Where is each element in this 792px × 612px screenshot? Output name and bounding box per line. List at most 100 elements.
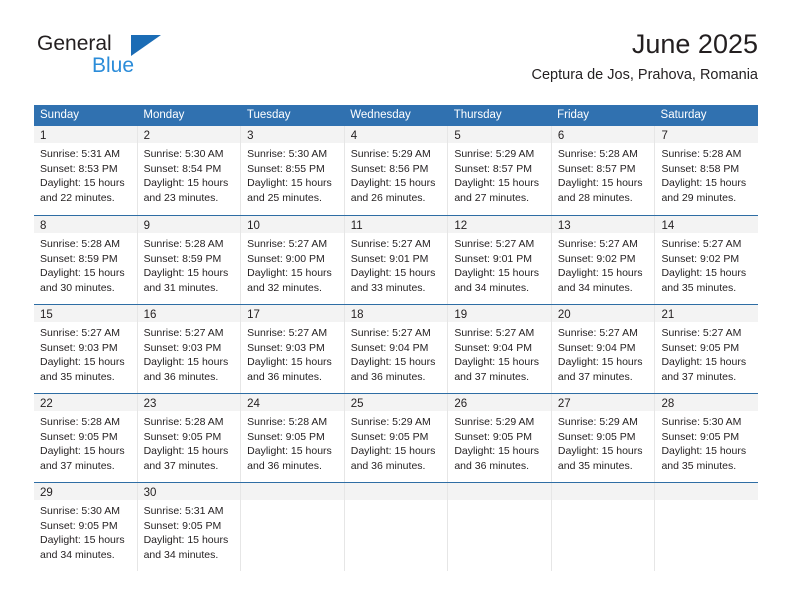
day-number-band: 14 [655,216,759,233]
daylight-text-line2: and 35 minutes. [661,459,737,472]
calendar-day-cell[interactable]: 4 Sunrise: 5:29 AM Sunset: 8:56 PM Daylight… [344,126,449,215]
page-subtitle: Ceptura de Jos, Prahova, Romania [531,67,759,83]
daylight-text-line1: Daylight: 15 hours [143,445,229,458]
calendar-day-cell[interactable]: 27 Sunrise: 5:29 AM Sunset: 9:05 PM Dayligh… [551,394,656,482]
sunrise-text: Sunrise: 5:27 AM [247,327,328,339]
day-number-band: 5 [448,126,551,143]
calendar-day-cell[interactable]: 12 Sunrise: 5:27 AM Sunset: 9:01 PM Dayligh… [448,216,552,304]
weekday-header-saturday: Saturday [660,109,707,121]
calendar-grid: Sunday Monday Tuesday Wednesday Thursday Frid… [34,105,759,571]
calendar-day-cell[interactable]: 30 Sunrise: 5:31 AM Sunset: 9:05 PM Dayligh… [137,483,242,571]
day-number-band: 23 [137,394,241,411]
calendar-day-cell[interactable]: 16 Sunrise: 5:27 AM Sunset: 9:03 PM Dayligh… [137,305,242,393]
sunrise-text: Sunrise: 5:30 AM [661,416,742,428]
calendar-day-cell[interactable]: 9 Sunrise: 5:28 AM Sunset: 8:59 PM Daylight… [137,216,242,304]
calendar-day-cell[interactable]: 7 Sunrise: 5:28 AM Sunset: 8:58 PM Daylight… [655,126,759,215]
daylight-text-line1: Daylight: 15 hours [40,445,125,458]
day-number: 12 [454,220,468,232]
calendar-day-cell[interactable]: 8 Sunrise: 5:28 AM Sunset: 8:59 PM Daylight… [34,216,138,304]
calendar-day-cell[interactable]: 26 Sunrise: 5:29 AM Sunset: 9:05 PM Dayligh… [448,394,552,482]
sunrise-text: Sunrise: 5:27 AM [661,238,742,250]
daylight-text-line1: Daylight: 15 hours [40,267,125,280]
calendar-day-cell[interactable]: 20 Sunrise: 5:27 AM Sunset: 9:04 PM Dayligh… [551,305,656,393]
daylight-text-line1: Daylight: 15 hours [661,267,747,280]
sunset-text: Sunset: 9:05 PM [454,430,532,443]
calendar-day-cell[interactable]: 14 Sunrise: 5:27 AM Sunset: 9:02 PM Dayligh… [655,216,759,304]
sunrise-text: Sunrise: 5:27 AM [454,238,535,250]
day-number-band: 17 [241,305,344,322]
day-number-band [241,483,344,500]
calendar-day-cell[interactable]: 17 Sunrise: 5:27 AM Sunset: 9:03 PM Dayligh… [241,305,345,393]
calendar-day-cell-empty [551,483,656,571]
daylight-text-line1: Daylight: 15 hours [247,445,332,458]
day-number: 22 [40,398,53,410]
sunset-text: Sunset: 9:05 PM [661,341,740,354]
day-number: 19 [454,309,468,321]
day-number: 9 [143,220,150,232]
calendar-day-cell[interactable]: 11 Sunrise: 5:27 AM Sunset: 9:01 PM Dayligh… [344,216,449,304]
day-number: 7 [661,130,668,142]
calendar-day-cell[interactable]: 3 Sunrise: 5:30 AM Sunset: 8:55 PM Daylight… [241,126,345,215]
calendar-day-cell[interactable]: 13 Sunrise: 5:27 AM Sunset: 9:02 PM Dayligh… [551,216,656,304]
day-details: Sunrise: 5:31 AM Sunset: 9:05 PM Daylight:… [138,500,241,562]
sunrise-text: Sunrise: 5:28 AM [143,238,224,250]
sunset-text: Sunset: 9:03 PM [40,341,118,354]
weekday-header-monday: Monday [143,109,185,121]
day-details: Sunrise: 5:29 AM Sunset: 9:05 PM Daylight:… [345,411,448,473]
sunrise-text: Sunrise: 5:29 AM [454,416,535,428]
daylight-text-line1: Daylight: 15 hours [661,177,747,190]
calendar-day-cell-empty [655,483,759,571]
general-blue-logo[interactable]: General Blue [34,32,264,88]
sunset-text: Sunset: 8:55 PM [247,162,325,175]
day-number-band: 12 [448,216,551,233]
weekday-header-thursday: Thursday [453,109,502,121]
day-number: 6 [557,130,565,142]
calendar-day-cell[interactable]: 15 Sunrise: 5:27 AM Sunset: 9:03 PM Dayligh… [34,305,138,393]
day-number-band: 7 [655,126,759,143]
day-number-band: 2 [137,126,241,143]
day-details: Sunrise: 5:28 AM Sunset: 8:59 PM Daylight:… [34,233,137,295]
logo-triangle-icon [131,35,161,56]
day-details: Sunrise: 5:28 AM Sunset: 9:05 PM Daylight:… [241,411,344,473]
sunset-text: Sunset: 9:05 PM [143,430,222,443]
daylight-text-line2: and 30 minutes. [40,281,115,294]
calendar-day-cell[interactable]: 24 Sunrise: 5:28 AM Sunset: 9:05 PM Dayligh… [241,394,345,482]
calendar-day-cell[interactable]: 1 Sunrise: 5:31 AM Sunset: 8:53 PM Daylight… [34,126,138,215]
daylight-text-line1: Daylight: 15 hours [40,534,125,547]
sunset-text: Sunset: 9:05 PM [40,519,118,532]
sunrise-text: Sunrise: 5:30 AM [40,505,120,517]
day-details: Sunrise: 5:27 AM Sunset: 9:02 PM Daylight:… [655,233,758,295]
sunset-text: Sunset: 9:05 PM [557,430,636,443]
day-number: 28 [661,398,675,410]
calendar-day-cell[interactable]: 18 Sunrise: 5:27 AM Sunset: 9:04 PM Dayligh… [344,305,449,393]
daylight-text-line1: Daylight: 15 hours [350,177,436,190]
daylight-text-line1: Daylight: 15 hours [40,177,125,190]
calendar-day-cell[interactable]: 10 Sunrise: 5:27 AM Sunset: 9:00 PM Dayligh… [241,216,345,304]
daylight-text-line1: Daylight: 15 hours [454,177,539,190]
day-number-band: 26 [448,394,551,411]
day-number: 8 [40,220,47,232]
calendar-day-cell-empty [448,483,552,571]
calendar-day-cell[interactable]: 29 Sunrise: 5:30 AM Sunset: 9:05 PM Dayligh… [34,483,138,571]
day-number: 5 [454,130,461,142]
day-number: 15 [40,309,53,321]
calendar-day-cell[interactable]: 25 Sunrise: 5:29 AM Sunset: 9:05 PM Dayligh… [344,394,449,482]
day-number-band: 16 [137,305,241,322]
day-number: 14 [661,220,675,232]
calendar-day-cell[interactable]: 19 Sunrise: 5:27 AM Sunset: 9:04 PM Dayligh… [448,305,552,393]
calendar-day-cell[interactable]: 22 Sunrise: 5:28 AM Sunset: 9:05 PM Dayligh… [34,394,138,482]
daylight-text-line1: Daylight: 15 hours [40,356,125,369]
daylight-text-line2: and 37 minutes. [40,459,115,472]
calendar-day-cell[interactable]: 23 Sunrise: 5:28 AM Sunset: 9:05 PM Dayligh… [137,394,242,482]
daylight-text-line2: and 34 minutes. [557,281,633,294]
daylight-text-line1: Daylight: 15 hours [143,267,229,280]
calendar-day-cell[interactable]: 21 Sunrise: 5:27 AM Sunset: 9:05 PM Dayligh… [655,305,759,393]
day-number-band: 28 [655,394,759,411]
title-block: June 2025 Ceptura de Jos, Prahova, Roman… [532,28,759,84]
calendar-day-cell[interactable]: 28 Sunrise: 5:30 AM Sunset: 9:05 PM Dayligh… [655,394,759,482]
calendar-day-cell[interactable]: 6 Sunrise: 5:28 AM Sunset: 8:57 PM Daylight… [551,126,656,215]
calendar-day-cell[interactable]: 2 Sunrise: 5:30 AM Sunset: 8:54 PM Daylight… [137,126,242,215]
daylight-text-line2: and 36 minutes. [350,370,426,383]
calendar-day-cell[interactable]: 5 Sunrise: 5:29 AM Sunset: 8:57 PM Daylight… [448,126,552,215]
sunset-text: Sunset: 8:57 PM [454,162,532,175]
